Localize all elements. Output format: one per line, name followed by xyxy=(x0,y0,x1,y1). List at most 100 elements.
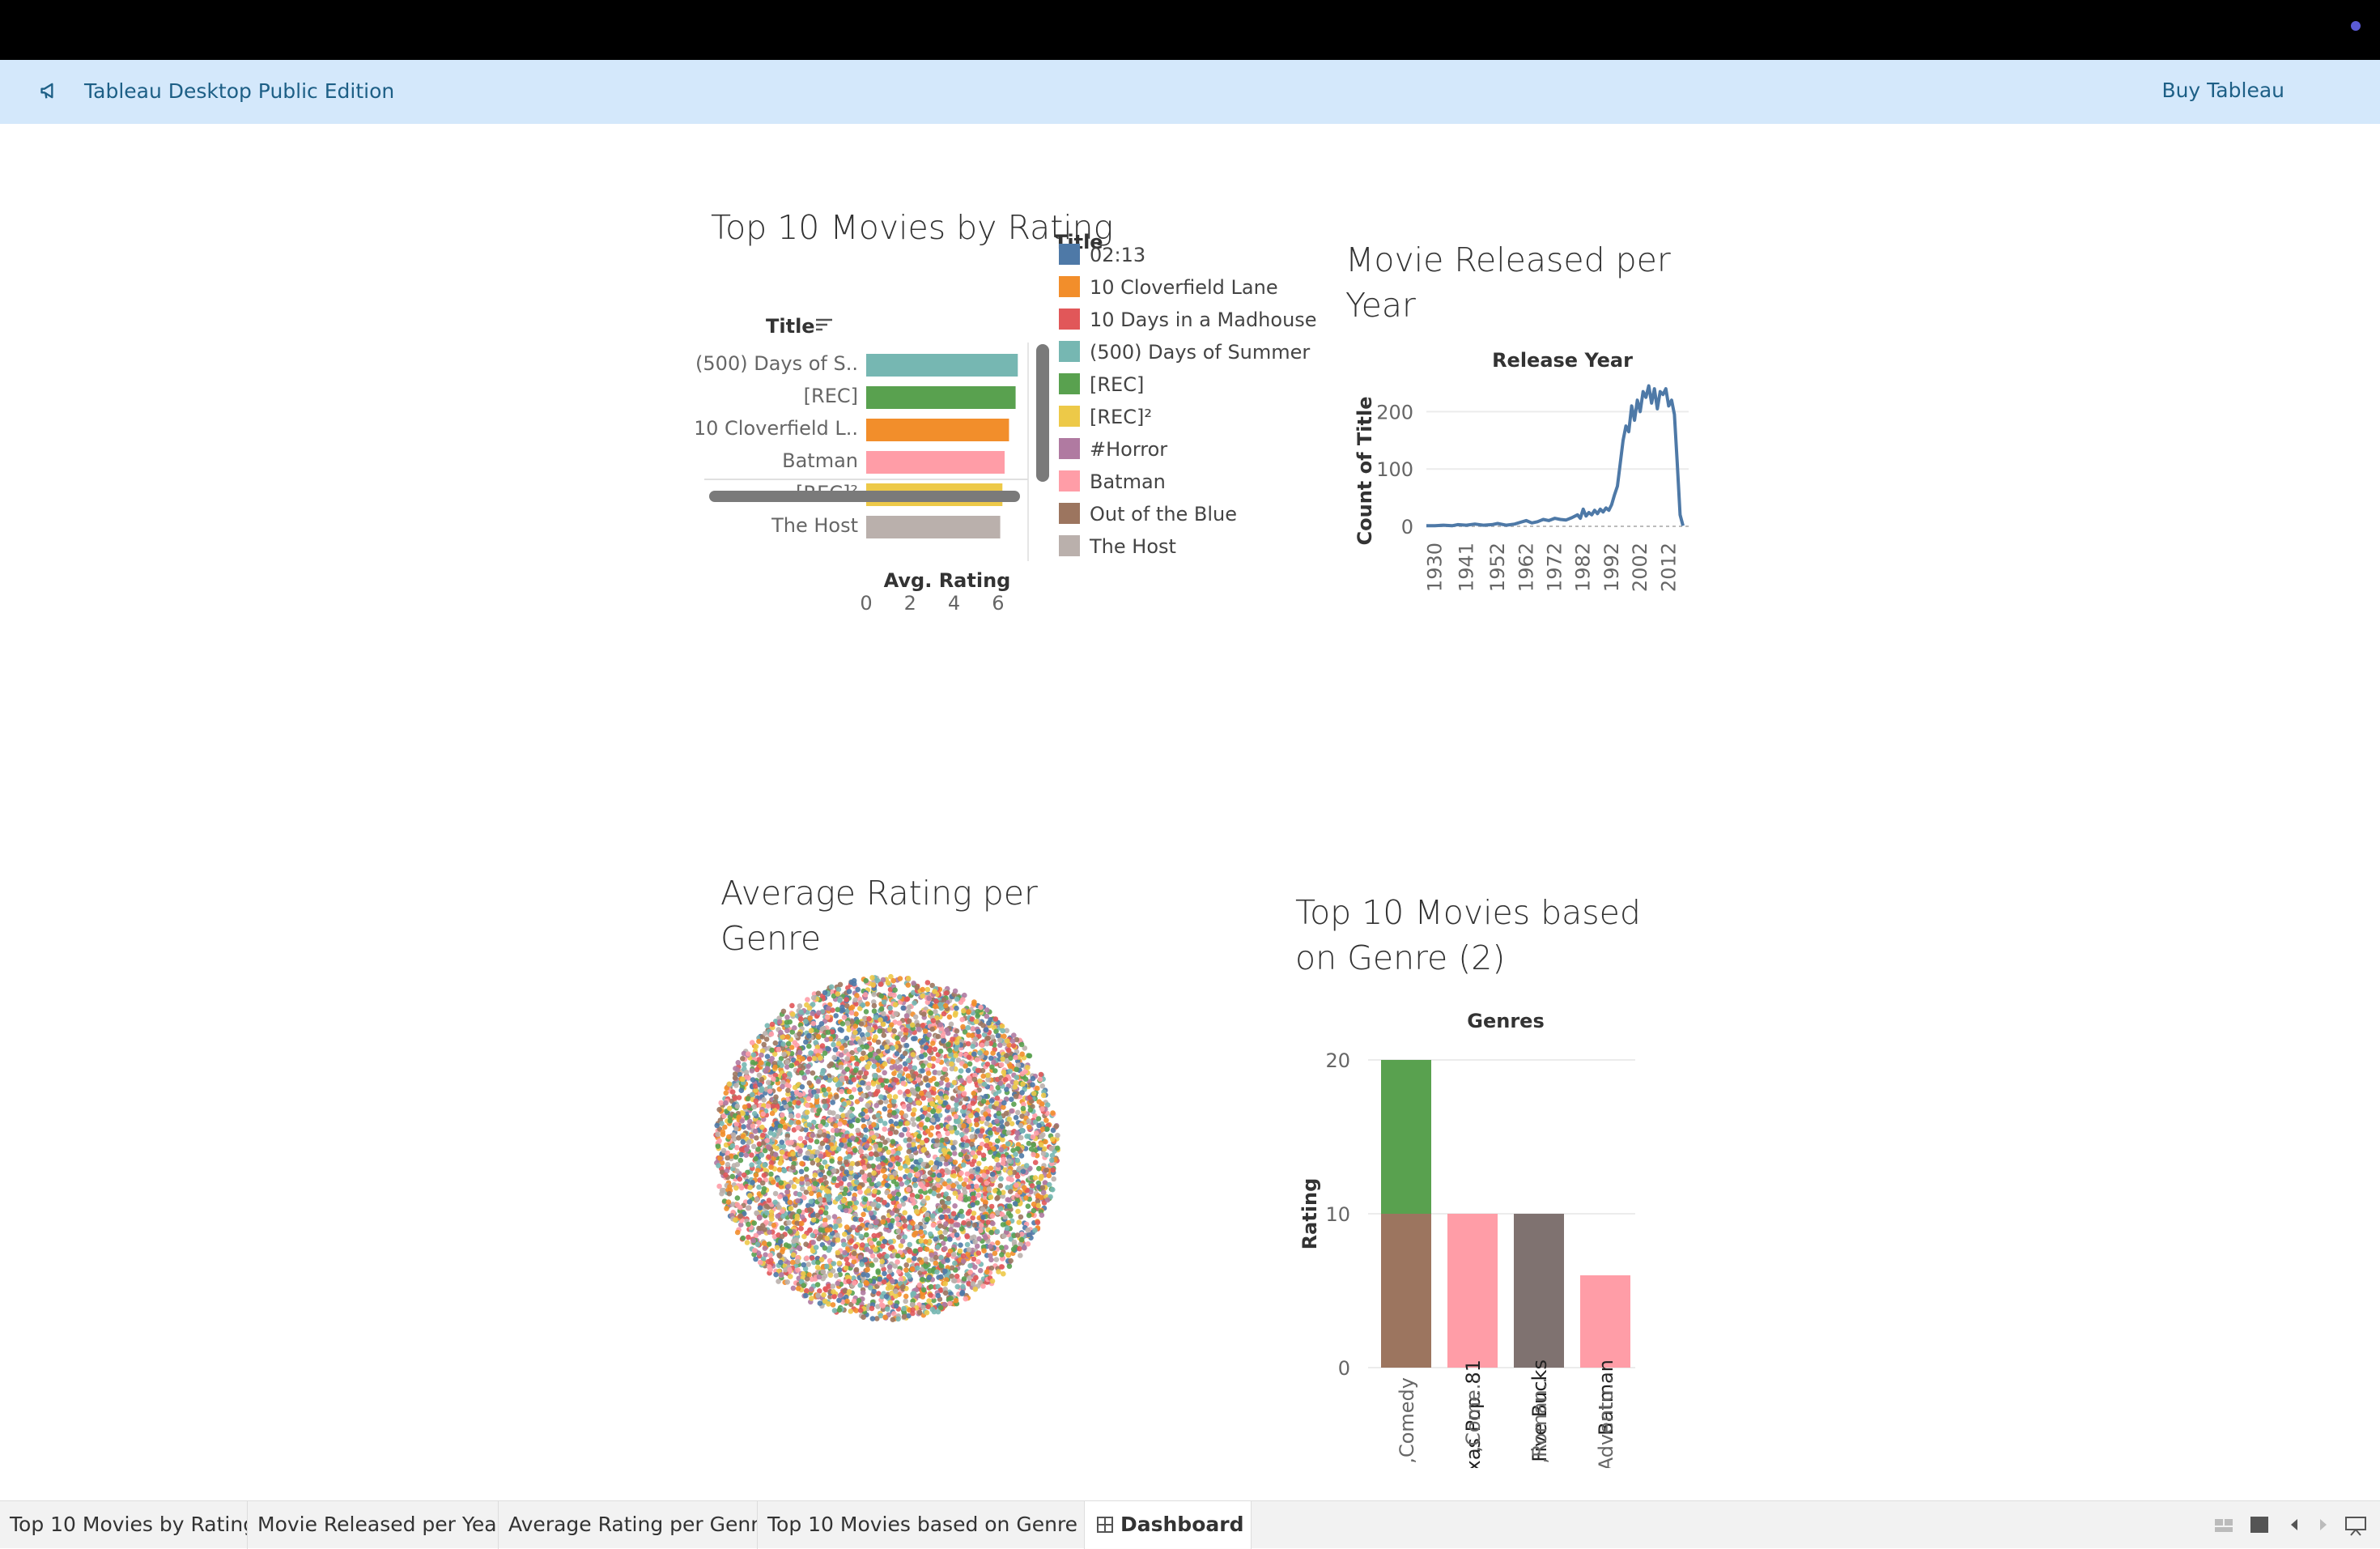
bubble-mark xyxy=(1019,1052,1025,1057)
bubble-mark xyxy=(939,1156,945,1162)
avg-rating-genre-bubble-chart[interactable] xyxy=(704,966,1069,1330)
bubble-mark xyxy=(788,1274,793,1279)
bubble-mark xyxy=(803,1241,809,1247)
bubble-mark xyxy=(746,1205,751,1211)
bubble-mark xyxy=(842,1177,848,1182)
bubble-mark xyxy=(1009,1096,1014,1102)
bubble-mark xyxy=(750,1040,755,1045)
bubble-mark xyxy=(839,1077,845,1083)
bubble-mark xyxy=(782,1073,788,1079)
bubble-mark xyxy=(919,1053,924,1059)
bubble-mark xyxy=(958,1171,964,1177)
bubble-mark xyxy=(990,1050,996,1056)
bubble-mark xyxy=(1014,1094,1019,1100)
legend-swatch xyxy=(1059,373,1080,394)
bar-mark[interactable] xyxy=(866,419,1009,441)
x-tick-label: 1962 xyxy=(1515,543,1537,592)
bubble-mark xyxy=(882,1200,887,1206)
bubble-mark xyxy=(763,1162,768,1168)
bubble-mark xyxy=(985,1073,991,1079)
bubble-mark xyxy=(854,1180,860,1185)
legend-swatch xyxy=(1059,503,1080,524)
bubble-mark xyxy=(920,1023,925,1028)
bubble-mark xyxy=(984,1270,990,1275)
bubble-mark xyxy=(966,1041,971,1047)
sort-icon[interactable] xyxy=(816,320,832,330)
bubble-mark xyxy=(821,1269,827,1275)
bubble-mark xyxy=(778,1160,784,1166)
bubble-mark xyxy=(943,1100,949,1106)
bubble-mark xyxy=(831,1283,836,1289)
released-per-year-line-chart[interactable]: Release Year0100200Count of Title1930194… xyxy=(1336,343,1700,828)
bubble-mark xyxy=(895,1181,900,1187)
bubble-mark xyxy=(752,1248,758,1253)
bubble-mark xyxy=(933,1004,938,1010)
bubble-mark xyxy=(861,1050,866,1056)
bar-mark[interactable] xyxy=(866,516,1001,538)
bubble-mark xyxy=(771,1180,776,1185)
bubble-mark xyxy=(818,1234,824,1240)
bubble-mark xyxy=(753,1129,759,1134)
bubble-mark xyxy=(1020,1081,1026,1087)
bubble-mark xyxy=(1006,1117,1012,1122)
bubble-mark xyxy=(809,1296,814,1301)
bubble-mark xyxy=(917,1283,923,1288)
bubble-mark xyxy=(924,1310,930,1316)
top10-rating-bar-chart[interactable]: Title(500) Days of S..[REC]10 Cloverfiel… xyxy=(696,302,1052,788)
bar-mark[interactable] xyxy=(866,451,1005,474)
bubble-mark xyxy=(984,1138,990,1143)
bubble-mark xyxy=(868,1053,873,1058)
bubble-mark xyxy=(753,1083,759,1089)
bubble-mark xyxy=(733,1075,738,1081)
bubble-mark xyxy=(946,1042,951,1048)
bubble-mark xyxy=(847,1089,852,1095)
bubble-mark xyxy=(773,1040,779,1046)
bubble-mark xyxy=(876,1197,882,1202)
bubble-mark xyxy=(1005,1197,1011,1202)
bubble-mark xyxy=(837,1267,843,1273)
bubble-mark xyxy=(777,1167,783,1172)
bubble-mark xyxy=(813,1172,818,1178)
bubble-mark xyxy=(731,1132,737,1138)
bubble-mark xyxy=(940,1075,946,1081)
bubble-mark xyxy=(895,1317,901,1322)
bubble-mark xyxy=(788,1140,794,1146)
release-count-line[interactable] xyxy=(1426,386,1683,526)
bubble-mark xyxy=(946,1083,951,1088)
bubble-mark xyxy=(772,1200,778,1206)
bubble-mark xyxy=(803,1019,809,1024)
bubble-mark xyxy=(930,1109,936,1114)
buy-tableau-link[interactable]: Buy Tableau xyxy=(2161,79,2284,102)
bubble-mark xyxy=(942,1066,948,1072)
bar-mark[interactable] xyxy=(866,354,1018,377)
bubble-mark xyxy=(927,1177,933,1182)
bubble-marks[interactable] xyxy=(713,974,1060,1322)
bubble-mark xyxy=(858,1149,864,1155)
bubble-mark xyxy=(867,1177,873,1183)
bubble-mark xyxy=(754,1197,760,1202)
bar-mark[interactable] xyxy=(866,386,1016,409)
bubble-mark xyxy=(882,1239,887,1245)
bubble-mark xyxy=(810,1154,815,1160)
bubble-mark xyxy=(777,1253,783,1259)
bubble-mark xyxy=(804,1288,810,1294)
bubble-mark xyxy=(906,1104,912,1109)
bubble-mark xyxy=(754,1135,759,1141)
bubble-mark xyxy=(871,1081,877,1087)
bubble-mark xyxy=(778,1260,784,1266)
horizontal-scrollbar[interactable] xyxy=(709,491,1020,502)
bubble-mark xyxy=(742,1104,748,1110)
title-color-legend[interactable]: Title02:1310 Cloverfield Lane10 Days in … xyxy=(1049,198,1324,684)
bubble-mark xyxy=(759,1086,765,1092)
bubble-mark xyxy=(972,1265,978,1270)
bubble-mark xyxy=(869,975,875,981)
bubble-mark xyxy=(913,1167,919,1172)
bubble-mark xyxy=(896,1269,902,1275)
bubble-mark xyxy=(860,1242,865,1248)
bubble-mark xyxy=(970,1202,975,1208)
x-tick-label: 1972 xyxy=(1543,543,1566,592)
bubble-mark xyxy=(903,1113,909,1119)
vertical-scrollbar[interactable] xyxy=(1036,344,1049,482)
column-header: Release Year xyxy=(1492,349,1633,372)
bubble-mark xyxy=(881,1155,886,1161)
